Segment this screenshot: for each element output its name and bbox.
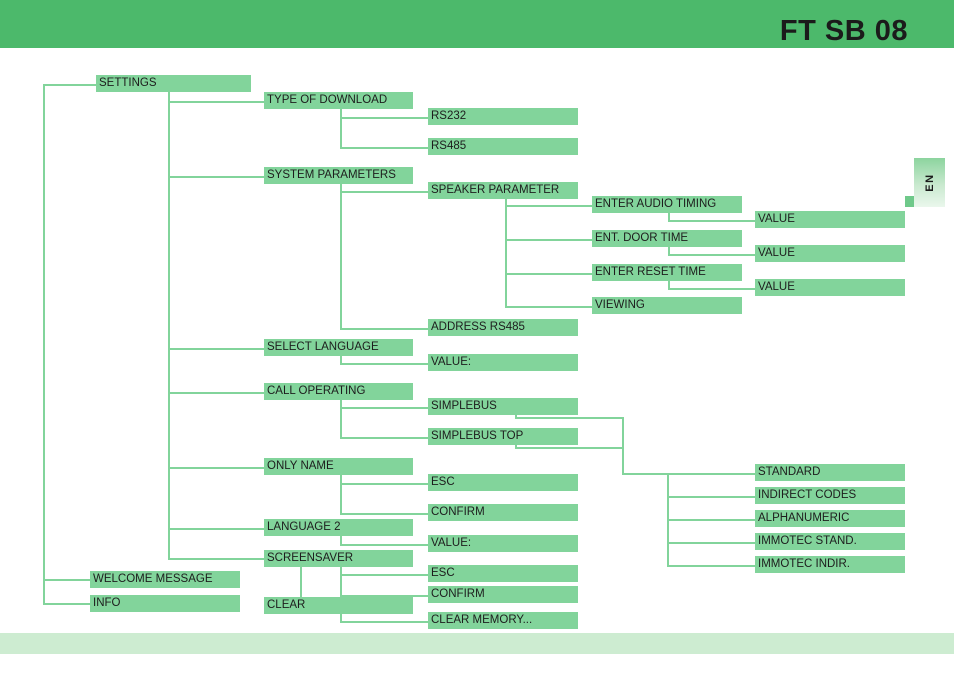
- tree-node-only-name[interactable]: ONLY NAME: [264, 458, 413, 475]
- tree-connector: [667, 542, 755, 544]
- tree-connector: [668, 288, 755, 290]
- tree-node-type-of-download[interactable]: TYPE OF DOWNLOAD: [264, 92, 413, 109]
- tree-node-esc-only-name[interactable]: ESC: [428, 474, 578, 491]
- tree-connector: [668, 254, 755, 256]
- tree-node-settings[interactable]: SETTINGS: [96, 75, 251, 92]
- tree-connector: [168, 348, 264, 350]
- tree-node-enter-reset-time[interactable]: ENTER RESET TIME: [592, 264, 742, 281]
- tree-node-value-reset[interactable]: VALUE: [755, 279, 905, 296]
- tree-connector: [515, 447, 622, 449]
- tree-connector: [505, 306, 592, 308]
- tree-node-rs232[interactable]: RS232: [428, 108, 578, 125]
- tree-node-esc-screensaver[interactable]: ESC: [428, 565, 578, 582]
- tree-connector: [668, 220, 755, 222]
- tree-node-value-language[interactable]: VALUE:: [428, 354, 578, 371]
- tree-connector: [340, 363, 428, 365]
- tree-node-value-door[interactable]: VALUE: [755, 245, 905, 262]
- tree-node-select-language[interactable]: SELECT LANGUAGE: [264, 339, 413, 356]
- tree-node-simplebus[interactable]: SIMPLEBUS: [428, 398, 578, 415]
- tree-connector: [168, 392, 264, 394]
- page-root: FT SB 08 SETTINGS TYPE OF DOWNLOAD RS232 RS…: [0, 0, 954, 677]
- tree-connector: [505, 191, 507, 306]
- tree-connector: [340, 407, 428, 409]
- tree-connector: [622, 417, 624, 473]
- tree-connector: [43, 579, 90, 581]
- tree-connector: [622, 473, 755, 475]
- tree-node-call-operating[interactable]: CALL OPERATING: [264, 383, 413, 400]
- tree-connector: [505, 205, 592, 207]
- language-tab-label: EN: [923, 173, 936, 192]
- tree-node-value-language-2[interactable]: VALUE:: [428, 535, 578, 552]
- tree-node-simplebus-top[interactable]: SIMPLEBUS TOP: [428, 428, 578, 445]
- tree-connector: [340, 437, 428, 439]
- tree-node-speaker-parameter[interactable]: SPEAKER PARAMETER: [428, 182, 578, 199]
- tree-node-immotec-indir[interactable]: IMMOTEC INDIR.: [755, 556, 905, 573]
- tree-connector: [667, 496, 755, 498]
- tree-connector: [340, 191, 428, 193]
- tree-connector: [43, 84, 45, 604]
- footer-bar: [0, 633, 954, 654]
- tree-node-language-2[interactable]: LANGUAGE 2: [264, 519, 413, 536]
- tree-node-rs485[interactable]: RS485: [428, 138, 578, 155]
- tree-node-ent-door-time[interactable]: ENT. DOOR TIME: [592, 230, 742, 247]
- tree-node-address-rs485[interactable]: ADDRESS RS485: [428, 319, 578, 336]
- tree-node-alphanumeric[interactable]: ALPHANUMERIC: [755, 510, 905, 527]
- tree-connector: [168, 101, 264, 103]
- tree-connector: [168, 528, 264, 530]
- menu-tree-diagram: SETTINGS TYPE OF DOWNLOAD RS232 RS485 SYSTEM…: [0, 0, 954, 677]
- tree-connector: [168, 558, 264, 560]
- tree-node-screensaver[interactable]: SCREENSAVER: [264, 550, 413, 567]
- tree-connector: [340, 621, 428, 623]
- tree-connector: [505, 239, 592, 241]
- tree-connector: [340, 483, 428, 485]
- tree-node-enter-audio-timing[interactable]: ENTER AUDIO TIMING: [592, 196, 742, 213]
- tree-connector: [340, 544, 428, 546]
- tree-connector: [340, 176, 342, 328]
- tree-connector: [168, 176, 264, 178]
- tree-node-system-parameters[interactable]: SYSTEM PARAMETERS: [264, 167, 413, 184]
- tree-node-value-audio[interactable]: VALUE: [755, 211, 905, 228]
- tree-node-clear[interactable]: CLEAR: [264, 597, 413, 614]
- tree-connector: [340, 328, 428, 330]
- tree-connector: [340, 574, 428, 576]
- tree-node-immotec-stand[interactable]: IMMOTEC STAND.: [755, 533, 905, 550]
- language-tab[interactable]: EN: [914, 158, 945, 207]
- tree-connector: [340, 513, 428, 515]
- language-tab-chip: [905, 196, 914, 207]
- tree-connector: [168, 467, 264, 469]
- tree-node-clear-memory[interactable]: CLEAR MEMORY...: [428, 612, 578, 629]
- tree-node-viewing[interactable]: VIEWING: [592, 297, 742, 314]
- tree-connector: [340, 147, 428, 149]
- tree-connector: [505, 273, 592, 275]
- tree-node-info[interactable]: INFO: [90, 595, 240, 612]
- tree-connector: [667, 565, 755, 567]
- tree-connector: [43, 84, 96, 86]
- tree-connector: [43, 603, 90, 605]
- tree-node-standard[interactable]: STANDARD: [755, 464, 905, 481]
- tree-connector: [667, 519, 755, 521]
- tree-node-confirm-only-name[interactable]: CONFIRM: [428, 504, 578, 521]
- tree-node-confirm-screensaver[interactable]: CONFIRM: [428, 586, 578, 603]
- tree-connector: [515, 417, 622, 419]
- tree-connector: [340, 117, 428, 119]
- tree-connector: [168, 92, 170, 558]
- tree-node-welcome-message[interactable]: WELCOME MESSAGE: [90, 571, 240, 588]
- tree-node-indirect-codes[interactable]: INDIRECT CODES: [755, 487, 905, 504]
